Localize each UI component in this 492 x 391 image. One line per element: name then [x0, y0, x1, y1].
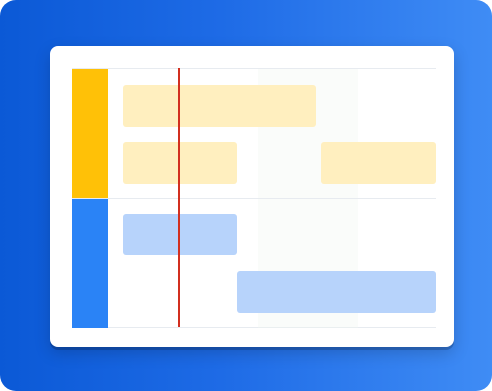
- task-bar[interactable]: [123, 214, 237, 255]
- task-bar[interactable]: [237, 271, 436, 313]
- timeline-card: [50, 46, 454, 347]
- illustration-background: [0, 0, 492, 391]
- task-bar[interactable]: [123, 142, 237, 184]
- swimlane-1: [72, 69, 436, 198]
- current-time-indicator[interactable]: [178, 68, 180, 327]
- task-bar[interactable]: [123, 85, 316, 127]
- task-bar[interactable]: [321, 142, 436, 184]
- swimlane-2-marker: [72, 199, 108, 328]
- swimlane-1-marker: [72, 69, 108, 198]
- timeline-grid: [72, 68, 436, 328]
- swimlane-2: [72, 198, 436, 328]
